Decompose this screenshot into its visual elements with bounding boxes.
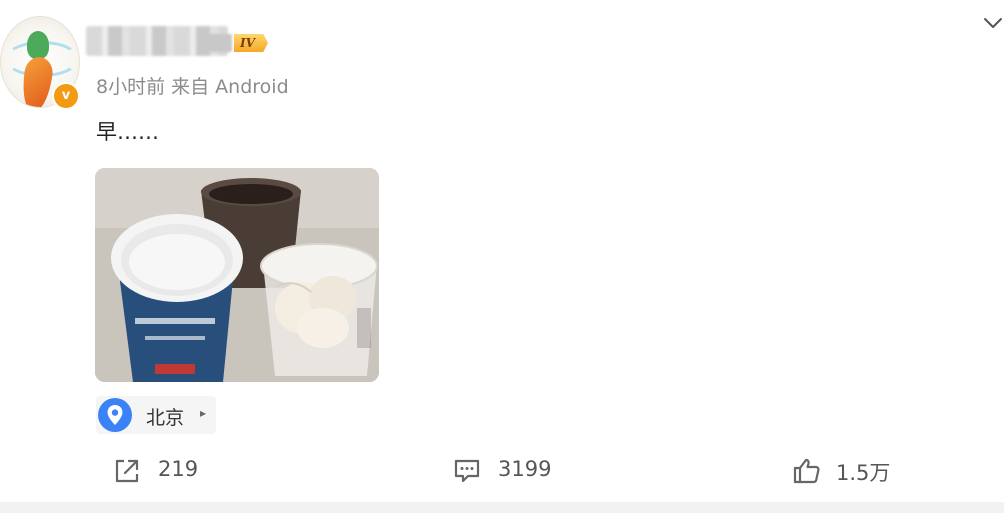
location-arrow-icon: ▸ bbox=[200, 406, 207, 420]
location-pin-icon bbox=[98, 398, 132, 432]
comment-button[interactable]: 3199 bbox=[452, 456, 562, 486]
repost-count: 219 bbox=[158, 457, 199, 481]
repost-icon bbox=[115, 459, 139, 483]
post-photo[interactable] bbox=[95, 168, 379, 382]
repost-button[interactable]: 219 bbox=[112, 456, 202, 486]
verified-badge-icon: v bbox=[52, 82, 80, 110]
location-label: 北京 bbox=[146, 407, 185, 429]
location-tag[interactable]: 北京 ▸ bbox=[96, 396, 216, 434]
chevron-down-icon[interactable] bbox=[982, 12, 1004, 34]
username-blurred-suffix bbox=[200, 34, 232, 52]
photo-content bbox=[95, 168, 379, 382]
user-level-badge: IV bbox=[234, 34, 268, 52]
comment-count: 3199 bbox=[498, 457, 552, 481]
card-separator bbox=[0, 502, 1004, 513]
like-count: 1.5万 bbox=[836, 461, 891, 485]
post-text: 早…… bbox=[96, 120, 159, 144]
post-meta-time-source: 8小时前 来自 Android bbox=[96, 76, 289, 98]
carrot-leaves bbox=[27, 31, 49, 59]
weibo-post-card: v IV 8小时前 来自 Android 早…… 北京 ▸ 219 3199 1… bbox=[0, 0, 1004, 502]
like-button[interactable]: 1.5万 bbox=[792, 456, 902, 486]
comment-icon bbox=[454, 459, 480, 483]
thumbs-up-icon bbox=[793, 458, 820, 484]
